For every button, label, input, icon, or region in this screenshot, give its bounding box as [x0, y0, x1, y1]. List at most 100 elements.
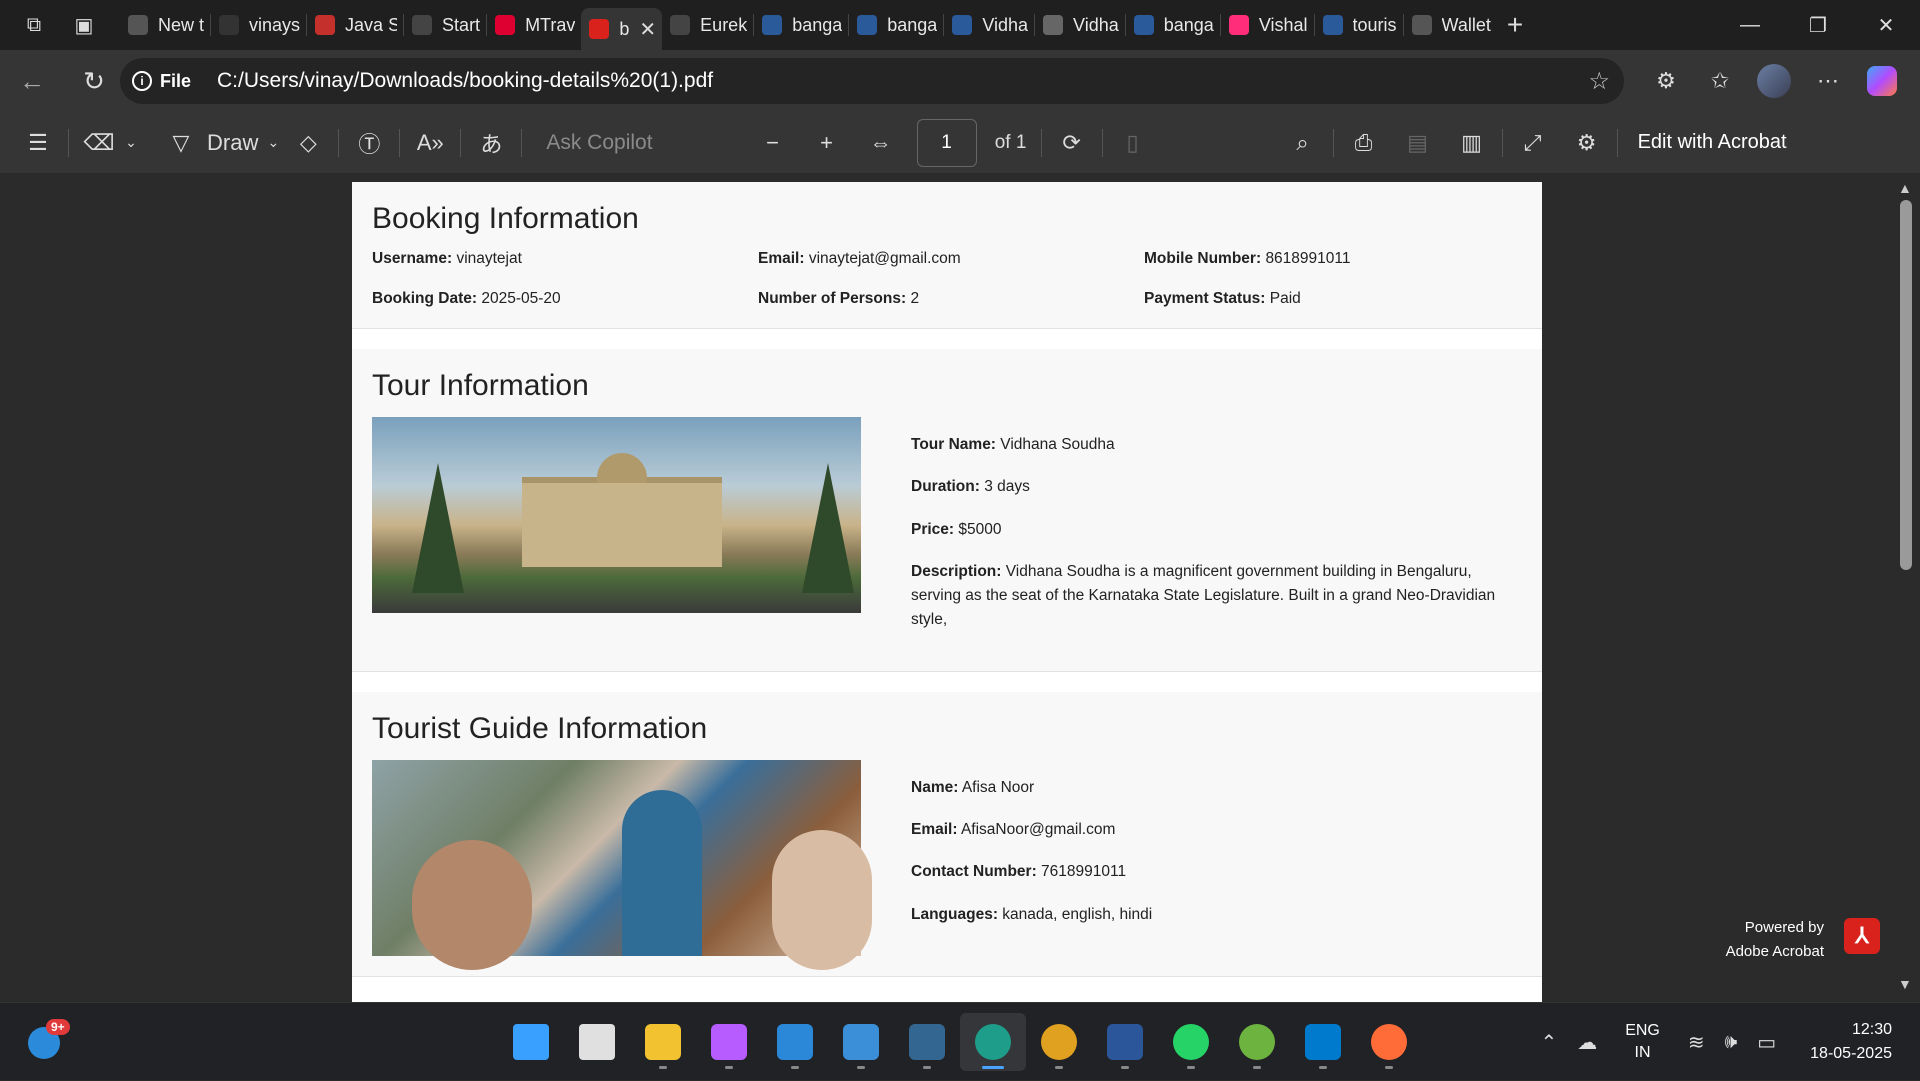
settings-icon[interactable]: ⚙	[1567, 123, 1607, 163]
taskbar-app[interactable]	[564, 1013, 630, 1071]
workspaces-icon[interactable]: ⧉	[16, 7, 52, 43]
globe-icon	[670, 15, 691, 35]
taskbar-app[interactable]	[1356, 1013, 1422, 1071]
favorite-star-icon[interactable]: ☆	[1588, 67, 1610, 96]
draw-icon[interactable]: ▽	[161, 123, 201, 163]
taskbar-app[interactable]	[630, 1013, 696, 1071]
clock-date: 18-05-2025	[1810, 1045, 1892, 1062]
wifi-icon[interactable]: ≋	[1688, 1030, 1705, 1055]
window-controls: — ❐ ✕	[1716, 0, 1920, 50]
tab[interactable]: b ✕	[581, 8, 663, 50]
running-indicator	[791, 1066, 799, 1069]
scrollbar-thumb[interactable]	[1900, 200, 1912, 570]
highlight-icon[interactable]: ⌫	[79, 123, 119, 163]
tab[interactable]: banga	[754, 5, 848, 45]
language-indicator[interactable]: ENG IN	[1625, 1020, 1660, 1064]
close-tab-icon[interactable]: ✕	[639, 17, 656, 42]
tab[interactable]: Java S	[307, 5, 403, 45]
tab[interactable]: New t	[120, 5, 210, 45]
restore-icon[interactable]: ❐	[1784, 0, 1852, 50]
print-icon[interactable]: ⎙	[1344, 123, 1384, 163]
new-tab-button[interactable]: +	[1507, 9, 1523, 41]
read-aloud-icon[interactable]: A»	[410, 123, 450, 163]
taskbar-app[interactable]	[1092, 1013, 1158, 1071]
taskbar-app[interactable]	[1290, 1013, 1356, 1071]
address-bar[interactable]: i File C:/Users/vinay/Downloads/booking-…	[120, 58, 1624, 104]
ask-copilot-button[interactable]: Ask Copilot	[546, 131, 652, 155]
battery-icon[interactable]: ▭	[1757, 1030, 1776, 1055]
draw-dropdown-icon[interactable]: ⌄	[258, 123, 288, 163]
extensions-icon[interactable]: ⚙	[1646, 61, 1686, 101]
taskbar-app[interactable]	[1026, 1013, 1092, 1071]
tab[interactable]: Eurek	[662, 5, 753, 45]
add-text-icon[interactable]: Ⓣ	[349, 123, 389, 163]
running-indicator	[1319, 1066, 1327, 1069]
page-number-input[interactable]: 1	[916, 118, 977, 167]
acrobat-logo-icon[interactable]: ⅄	[1844, 918, 1880, 954]
scroll-down-icon[interactable]: ▼	[1898, 976, 1912, 992]
highlight-dropdown-icon[interactable]: ⌄	[119, 123, 143, 163]
tab[interactable]: Start	[404, 5, 486, 45]
tab[interactable]: banga	[849, 5, 943, 45]
clock[interactable]: 12:30 18-05-2025	[1810, 1018, 1892, 1066]
payment-value: Paid	[1269, 290, 1301, 307]
youtube-icon	[315, 15, 336, 35]
taskbar: 9+ ⌃ ☁ ENG IN ≋ 🕪 ▭ 12:30 18-05-2025	[0, 1002, 1920, 1080]
translate-icon[interactable]: あ	[471, 123, 511, 163]
running-indicator	[1055, 1066, 1063, 1069]
taskbar-app[interactable]	[894, 1013, 960, 1071]
draw-button[interactable]: Draw	[207, 123, 258, 163]
save-icon[interactable]: ▤	[1398, 123, 1438, 163]
taskbar-app[interactable]	[498, 1013, 564, 1071]
refresh-icon[interactable]: ↻	[74, 61, 114, 101]
scroll-up-icon[interactable]: ▲	[1898, 180, 1912, 196]
scrollbar[interactable]: ▲ ▼	[1890, 174, 1920, 1002]
minimize-icon[interactable]: —	[1716, 0, 1784, 50]
widgets-button[interactable]: 9+	[28, 1019, 70, 1061]
fullscreen-icon[interactable]: ⤢	[1513, 123, 1553, 163]
contents-list-icon[interactable]: ☰	[18, 123, 58, 163]
taskbar-app[interactable]	[696, 1013, 762, 1071]
favorites-icon[interactable]: ✩	[1700, 61, 1740, 101]
tab[interactable]: Wallet	[1404, 5, 1497, 45]
fit-width-icon[interactable]: ⇔	[861, 123, 901, 163]
copilot-icon[interactable]	[1862, 61, 1902, 101]
save-as-icon[interactable]: ▥	[1452, 123, 1492, 163]
guide-name-value: Afisa Noor	[961, 778, 1035, 796]
tab[interactable]: banga	[1126, 5, 1220, 45]
tab-label: b	[619, 18, 630, 39]
tab[interactable]: vinays	[211, 5, 306, 45]
tab[interactable]: Vidha	[944, 5, 1034, 45]
whatsapp-icon	[1173, 1024, 1209, 1060]
find-icon[interactable]: ⌕	[1283, 123, 1323, 163]
price-label: Price:	[911, 520, 955, 538]
taskbar-app[interactable]	[1224, 1013, 1290, 1071]
zoom-out-icon[interactable]: −	[753, 123, 793, 163]
edit-with-acrobat-button[interactable]: Edit with Acrobat	[1638, 123, 1787, 163]
show-hidden-icons-icon[interactable]: ⌃	[1540, 1030, 1557, 1055]
taskbar-app[interactable]	[1158, 1013, 1224, 1071]
close-window-icon[interactable]: ✕	[1852, 0, 1920, 50]
tab[interactable]: MTrav	[487, 5, 581, 45]
url-text[interactable]: C:/Users/vinay/Downloads/booking-details…	[217, 69, 713, 93]
rotate-icon[interactable]: ⟳	[1052, 123, 1092, 163]
tab[interactable]: Vishal	[1221, 5, 1314, 45]
taskbar-app[interactable]	[960, 1013, 1026, 1071]
tab[interactable]: Vidha	[1035, 5, 1125, 45]
page-view-icon[interactable]: ▯	[1113, 123, 1153, 163]
divider	[460, 128, 462, 157]
onedrive-icon[interactable]: ☁	[1577, 1030, 1597, 1055]
taskbar-app[interactable]	[762, 1013, 828, 1071]
tour-name-field: Tour Name: Vidhana Soudha	[911, 433, 1522, 456]
taskbar-app[interactable]	[828, 1013, 894, 1071]
booking-grid: Username: vinaytejat Email: vinaytejat@g…	[372, 250, 1522, 308]
more-menu-icon[interactable]: ⋯	[1808, 61, 1848, 101]
profile-avatar[interactable]	[1754, 61, 1794, 101]
site-info-button[interactable]: i File	[132, 71, 191, 92]
zoom-in-icon[interactable]: +	[807, 123, 847, 163]
eraser-icon[interactable]: ◇	[288, 123, 328, 163]
volume-icon[interactable]: 🕪	[1725, 1031, 1738, 1054]
back-icon[interactable]: ←	[12, 61, 52, 101]
vertical-tabs-icon[interactable]: ▣	[66, 7, 102, 43]
tab[interactable]: touris	[1315, 5, 1403, 45]
